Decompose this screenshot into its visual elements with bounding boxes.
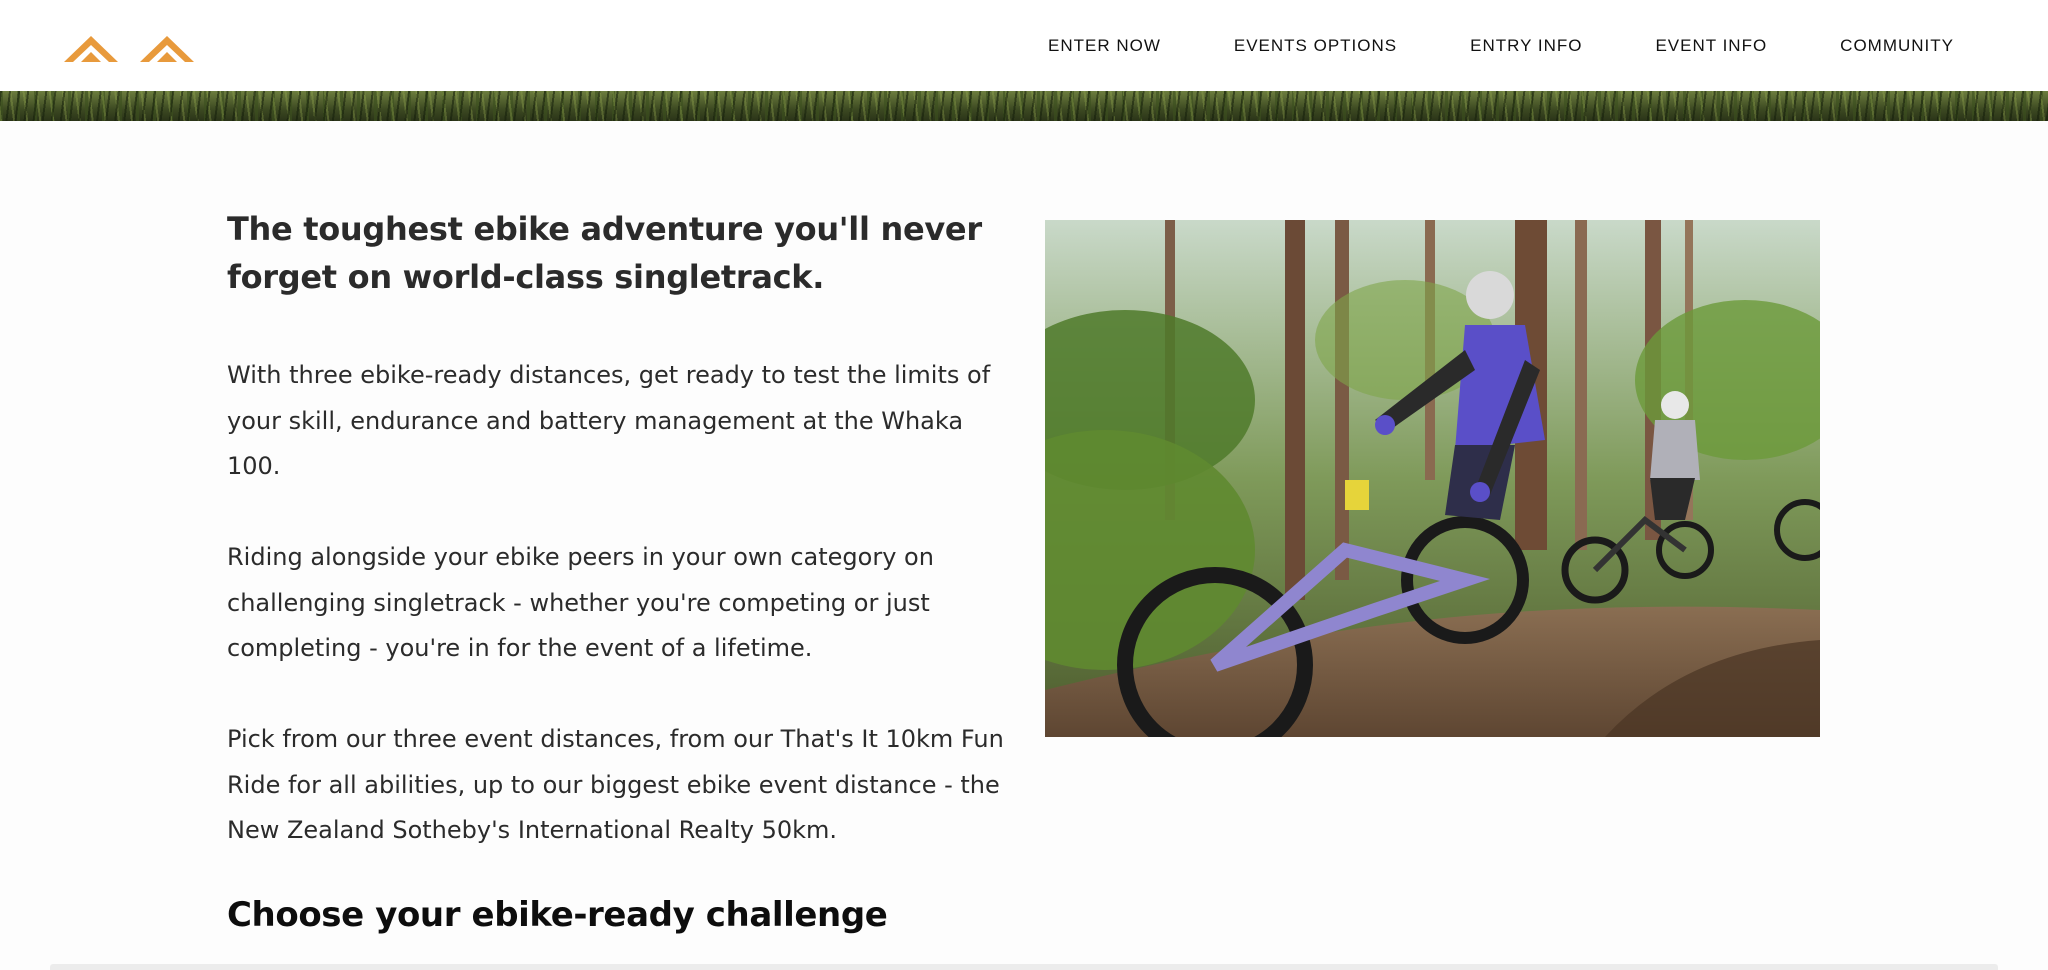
intro-paragraph: Pick from our three event distances, fro… xyxy=(227,725,1004,844)
page-headline: The toughest ebike adventure you'll neve… xyxy=(227,210,982,296)
section-heading: Choose your ebike-ready challenge xyxy=(227,895,888,935)
section-divider xyxy=(50,964,1998,970)
nav-events-options[interactable]: EVENTS OPTIONS xyxy=(1234,36,1397,56)
logo-chevron-icon xyxy=(64,36,118,62)
brand-logo[interactable] xyxy=(64,34,200,68)
logo-chevron-icon xyxy=(140,36,194,62)
intro-paragraph: Riding alongside your ebike peers in you… xyxy=(227,543,934,662)
nav-enter-now[interactable]: ENTER NOW xyxy=(1048,36,1161,56)
site-header: ENTER NOW EVENTS OPTIONS ENTRY INFO EVEN… xyxy=(0,0,2048,91)
main-content: The toughest ebike adventure you'll neve… xyxy=(227,205,1004,935)
main-nav: ENTER NOW EVENTS OPTIONS ENTRY INFO EVEN… xyxy=(1048,0,1954,91)
nav-entry-info[interactable]: ENTRY INFO xyxy=(1470,36,1582,56)
nav-event-info[interactable]: EVENT INFO xyxy=(1655,36,1767,56)
hero-banner-image xyxy=(0,91,2048,121)
intro-paragraph: With three ebike-ready distances, get re… xyxy=(227,361,991,480)
nav-community[interactable]: COMMUNITY xyxy=(1840,36,1954,56)
ebike-riders-photo xyxy=(1045,220,1820,737)
